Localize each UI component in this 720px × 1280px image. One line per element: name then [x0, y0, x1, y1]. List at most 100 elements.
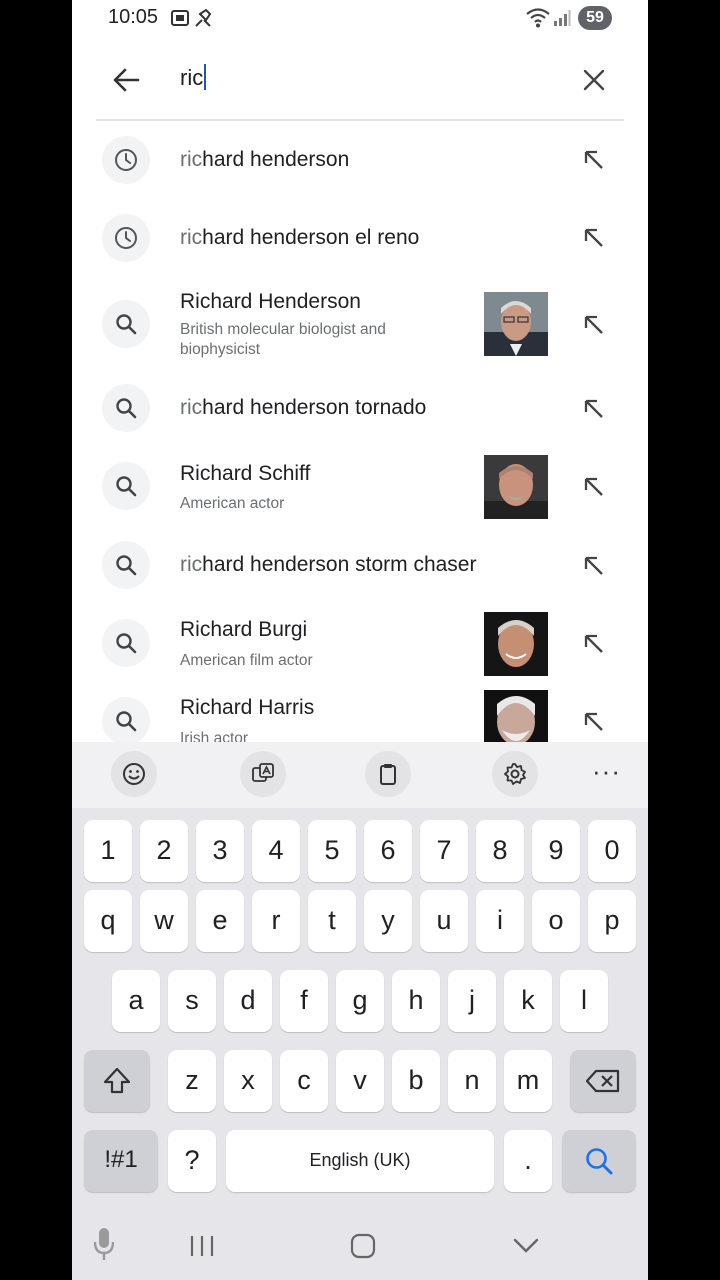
person-thumbnail [484, 455, 548, 519]
backspace-key[interactable] [570, 1050, 636, 1112]
shift-key[interactable] [84, 1050, 150, 1112]
navigation-bar [72, 1202, 648, 1280]
more-icon[interactable]: ··· [592, 758, 621, 784]
clear-icon[interactable] [578, 64, 610, 96]
search-input[interactable]: ric [180, 64, 207, 91]
key-f[interactable]: f [280, 970, 328, 1032]
settings-icon[interactable] [492, 751, 538, 797]
fill-query-arrow-icon[interactable] [580, 224, 608, 252]
status-time: 10:05 [108, 6, 159, 28]
suggestion-item[interactable]: richard henderson [72, 122, 648, 198]
key-r[interactable]: r [252, 890, 300, 952]
key-e[interactable]: e [196, 890, 244, 952]
suggestion-item[interactable]: richard henderson storm chaser [72, 527, 648, 603]
keyboard-toolbar: ··· [72, 742, 648, 808]
suggestion-subtitle: Irish actor [180, 730, 249, 742]
recents-icon[interactable] [188, 1234, 216, 1258]
history-clock-icon [102, 136, 150, 184]
back-arrow-icon[interactable] [108, 62, 144, 98]
translate-icon[interactable] [240, 751, 286, 797]
key-p[interactable]: p [588, 890, 636, 952]
key-m[interactable]: m [504, 1050, 552, 1112]
key-n[interactable]: n [448, 1050, 496, 1112]
key-i[interactable]: i [476, 890, 524, 952]
key-8[interactable]: 8 [476, 820, 524, 882]
suggestion-subtitle: British molecular biologist and biophysi… [180, 321, 386, 358]
suggestion-item[interactable]: Richard Schiff American actor [72, 448, 648, 526]
search-key[interactable] [562, 1130, 636, 1192]
key-b[interactable]: b [392, 1050, 440, 1112]
suggestion-item[interactable]: Richard Burgi American film actor [72, 604, 648, 682]
space-key[interactable]: English (UK) [226, 1130, 494, 1192]
key-x[interactable]: x [224, 1050, 272, 1112]
wifi-icon [526, 8, 550, 28]
key-h[interactable]: h [392, 970, 440, 1032]
backspace-icon [586, 1069, 620, 1093]
question-key[interactable]: ? [168, 1130, 216, 1192]
history-clock-icon [102, 214, 150, 262]
search-icon [586, 1148, 613, 1175]
suggestion-item[interactable]: Richard Henderson British molecular biol… [72, 280, 648, 370]
suggestion-title: Richard Schiff [180, 462, 311, 485]
fill-query-arrow-icon[interactable] [580, 311, 608, 339]
suggestion-text: richard henderson tornado [180, 396, 427, 419]
key-v[interactable]: v [336, 1050, 384, 1112]
home-icon[interactable] [349, 1232, 377, 1260]
key-z[interactable]: z [168, 1050, 216, 1112]
key-t[interactable]: t [308, 890, 356, 952]
clipboard-icon[interactable] [365, 751, 411, 797]
key-l[interactable]: l [560, 970, 608, 1032]
search-bar: ric [72, 44, 648, 120]
suggestion-title: Richard Harris [180, 696, 315, 719]
suggestion-text: richard henderson storm chaser [180, 553, 477, 576]
key-u[interactable]: u [420, 890, 468, 952]
signal-icon [554, 10, 571, 26]
suggestion-item[interactable]: richard henderson tornado [72, 370, 648, 446]
search-query-text: ric [180, 65, 204, 90]
hide-keyboard-icon[interactable] [512, 1236, 540, 1256]
fill-query-arrow-icon[interactable] [580, 146, 608, 174]
key-j[interactable]: j [448, 970, 496, 1032]
search-icon [102, 384, 150, 432]
suggestion-title: Richard Henderson [180, 290, 361, 313]
emoji-icon[interactable] [111, 751, 157, 797]
battery-icon: 59 [578, 6, 612, 30]
key-7[interactable]: 7 [420, 820, 468, 882]
key-3[interactable]: 3 [196, 820, 244, 882]
key-5[interactable]: 5 [308, 820, 356, 882]
key-6[interactable]: 6 [364, 820, 412, 882]
fill-query-arrow-icon[interactable] [580, 708, 608, 736]
status-bar: 10:05 59 [72, 0, 648, 40]
key-a[interactable]: a [112, 970, 160, 1032]
key-0[interactable]: 0 [588, 820, 636, 882]
status-notification-icons [171, 8, 212, 27]
key-9[interactable]: 9 [532, 820, 580, 882]
symbols-key[interactable]: !#1 [84, 1130, 158, 1192]
suggestion-title: Richard Burgi [180, 618, 308, 641]
fill-query-arrow-icon[interactable] [580, 552, 608, 580]
suggestion-item[interactable]: richard henderson el reno [72, 200, 648, 276]
key-o[interactable]: o [532, 890, 580, 952]
fill-query-arrow-icon[interactable] [580, 395, 608, 423]
key-d[interactable]: d [224, 970, 272, 1032]
key-c[interactable]: c [280, 1050, 328, 1112]
period-key[interactable]: . [504, 1130, 552, 1192]
key-s[interactable]: s [168, 970, 216, 1032]
keyboard-keys: 1234567890 qwertyuiop asdfghjkl zxcvbnm … [72, 808, 648, 1202]
key-2[interactable]: 2 [140, 820, 188, 882]
key-g[interactable]: g [336, 970, 384, 1032]
key-4[interactable]: 4 [252, 820, 300, 882]
key-w[interactable]: w [140, 890, 188, 952]
keyboard: ··· 1234567890 qwertyuiop asdfghjkl zxcv… [72, 742, 648, 1202]
key-k[interactable]: k [504, 970, 552, 1032]
key-1[interactable]: 1 [84, 820, 132, 882]
person-thumbnail [484, 690, 548, 742]
person-thumbnail [484, 292, 548, 356]
key-y[interactable]: y [364, 890, 412, 952]
suggestion-item[interactable]: Richard Harris Irish actor [72, 682, 648, 742]
key-q[interactable]: q [84, 890, 132, 952]
fill-query-arrow-icon[interactable] [580, 473, 608, 501]
fill-query-arrow-icon[interactable] [580, 630, 608, 658]
mic-icon[interactable] [92, 1226, 116, 1262]
person-thumbnail [484, 612, 548, 676]
